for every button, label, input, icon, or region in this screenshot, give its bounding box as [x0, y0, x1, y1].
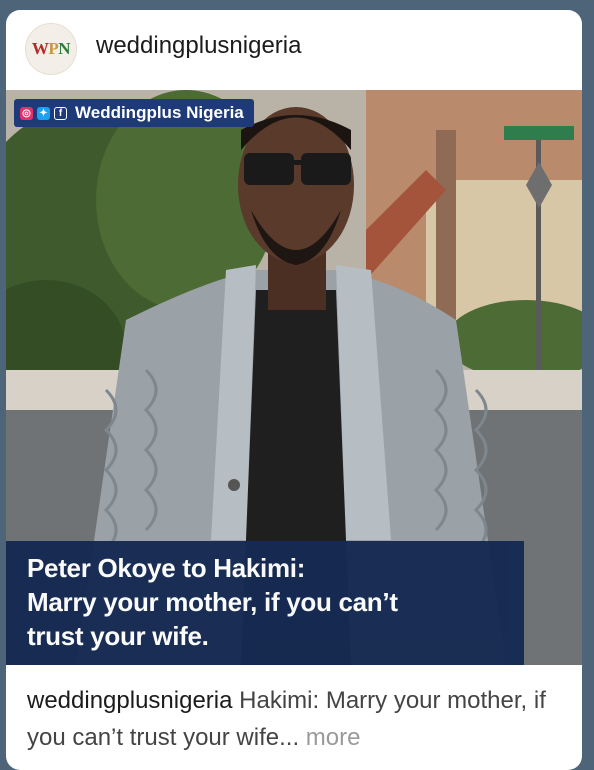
avatar-letter: P — [48, 39, 59, 58]
post-image[interactable]: ◎ ✦ f Weddingplus Nigeria Peter Okoye to… — [6, 90, 582, 665]
headline-line: Marry your mother, if you can’t — [27, 587, 398, 617]
instagram-icon: ◎ — [20, 106, 33, 120]
avatar[interactable]: WPN — [25, 23, 77, 75]
headline-banner: Peter Okoye to Hakimi: Marry your mother… — [6, 541, 524, 665]
post-card: WPN weddingplusnigeria ◎ ✦ f Weddingplus… — [6, 10, 582, 770]
facebook-icon: f — [54, 106, 67, 120]
headline-line: trust your wife. — [27, 621, 209, 651]
post-caption: weddingplusnigeria Hakimi: Marry your mo… — [27, 682, 567, 756]
headline-text: Peter Okoye to Hakimi: Marry your mother… — [27, 551, 517, 653]
brand-watermark: ◎ ✦ f Weddingplus Nigeria — [14, 99, 254, 127]
caption-ellipsis: ... — [279, 724, 300, 751]
brand-label: Weddingplus Nigeria — [75, 103, 244, 122]
post-username[interactable]: weddingplusnigeria — [96, 32, 301, 60]
avatar-letter: W — [31, 39, 49, 58]
caption-username[interactable]: weddingplusnigeria — [27, 687, 232, 714]
more-link[interactable]: more — [299, 724, 361, 751]
twitter-icon: ✦ — [37, 106, 50, 120]
headline-line: Peter Okoye to Hakimi: — [27, 553, 306, 583]
post-header: WPN weddingplusnigeria — [6, 10, 582, 90]
avatar-letter: N — [58, 39, 71, 58]
